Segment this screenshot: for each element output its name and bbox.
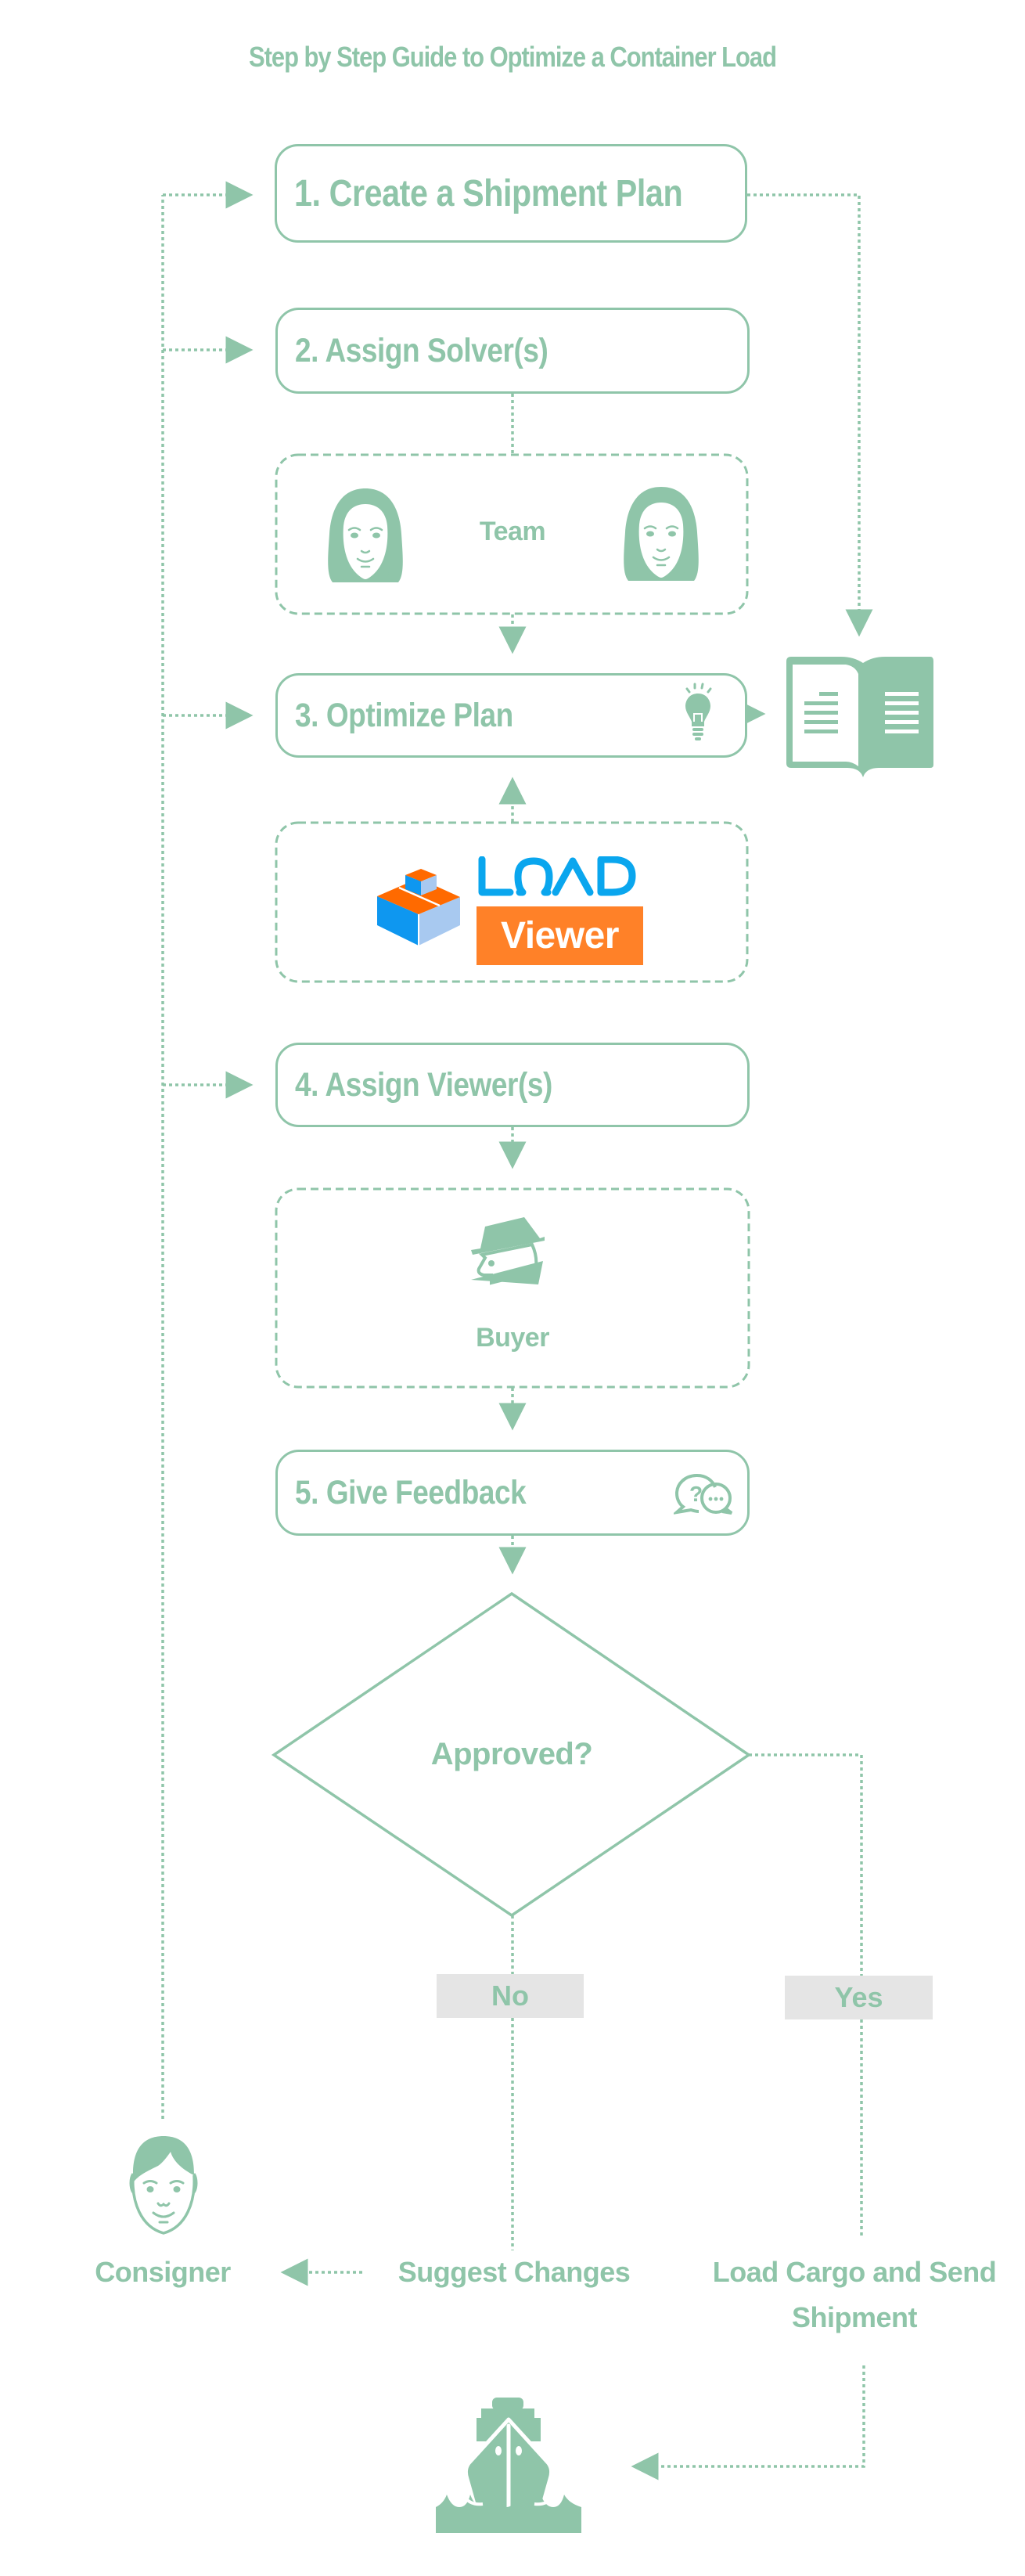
load-viewer-cube-logo <box>377 869 460 946</box>
consigner-label: Consigner <box>95 2256 231 2288</box>
load-wordmark <box>478 856 636 896</box>
step-label: 2. Assign Solver(s) <box>295 331 548 369</box>
arrow-load-to-ship <box>631 2365 865 2481</box>
viewer-wordmark: Viewer <box>477 906 643 965</box>
open-book-document-icon <box>786 657 933 777</box>
decision-yes-tag[interactable]: Yes <box>785 1976 933 2019</box>
woman-face-icon <box>328 488 403 582</box>
step-label: 1. Create a Shipment Plan <box>294 172 683 214</box>
step-label: 5. Give Feedback <box>295 1473 527 1511</box>
lightbulb-icon <box>685 683 712 740</box>
chat-bubbles-icon: ? <box>674 1474 733 1515</box>
man-face-icon <box>129 2136 198 2235</box>
load-cargo-label-line1: Load Cargo and Send <box>712 2256 997 2288</box>
spy-buyer-icon <box>471 1217 545 1285</box>
step-assign-viewers[interactable]: 4. Assign Viewer(s) <box>275 1043 750 1127</box>
buyer-label: Buyer <box>476 1323 549 1353</box>
step-optimize-plan[interactable]: 3. Optimize Plan <box>275 673 747 758</box>
step-label: 4. Assign Viewer(s) <box>295 1065 552 1104</box>
svg-text:?: ? <box>689 1482 703 1506</box>
arrow-step1-to-document <box>747 193 873 637</box>
load-cargo-label-line2: Shipment <box>791 2301 918 2333</box>
woman-face-icon <box>624 487 699 581</box>
step-assign-solvers[interactable]: 2. Assign Solver(s) <box>275 308 750 394</box>
step-label: 3. Optimize Plan <box>295 696 513 734</box>
viewer-wordmark-text: Viewer <box>501 915 619 957</box>
cargo-ship-icon <box>436 2398 581 2533</box>
suggest-changes-label: Suggest Changes <box>397 2256 631 2288</box>
step-create-shipment-plan[interactable]: 1. Create a Shipment Plan <box>275 144 747 243</box>
line-decision-to-yes <box>749 1753 863 1976</box>
page-title: Step by Step Guide to Optimize a Contain… <box>249 41 777 73</box>
decision-question: Approved? <box>430 1737 593 1771</box>
team-label: Team <box>479 517 546 546</box>
decision-no-tag[interactable]: No <box>437 1974 584 2018</box>
